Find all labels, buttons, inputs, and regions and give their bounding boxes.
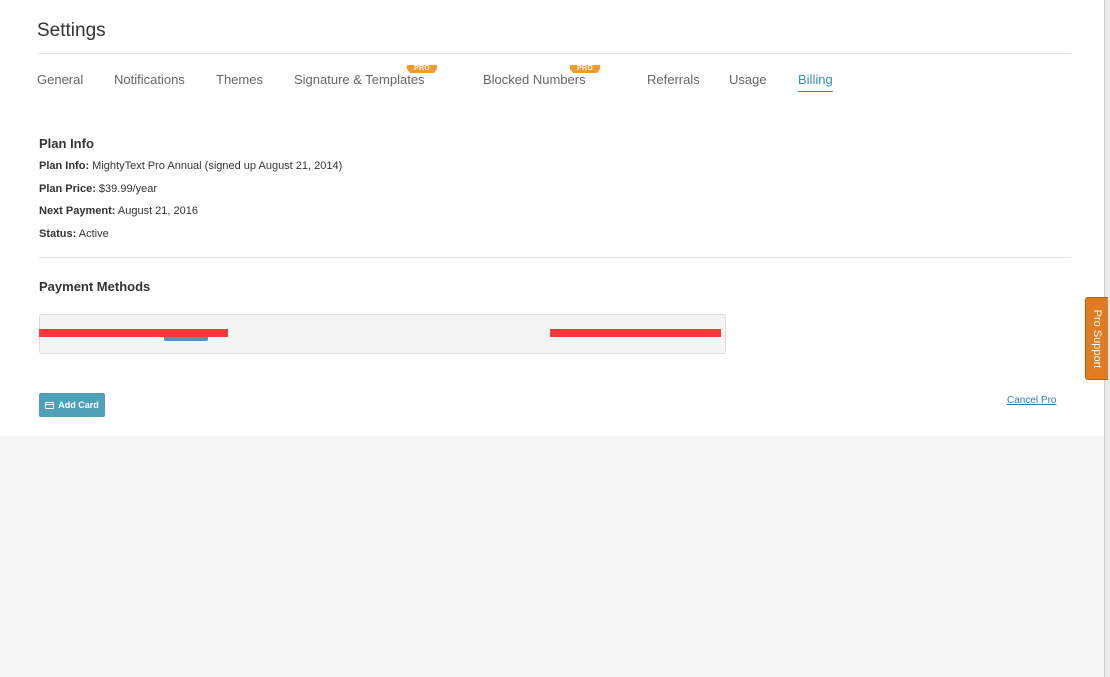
tab-blocked-numbers[interactable]: Blocked Numbers [483, 72, 586, 87]
plan-price-label: Plan Price: [39, 183, 96, 195]
status-row: Status: Active [39, 228, 109, 240]
page-title: Settings [37, 20, 106, 41]
settings-panel [0, 0, 1104, 436]
tab-signature-templates[interactable]: Signature & Templates [294, 72, 425, 87]
plan-info-heading: Plan Info [39, 136, 94, 151]
cancel-pro-link[interactable]: Cancel Pro [1007, 395, 1056, 406]
payment-methods-heading: Payment Methods [39, 279, 151, 294]
redaction-bar-left [39, 329, 228, 337]
tab-referrals[interactable]: Referrals [647, 72, 700, 87]
credit-card-icon [45, 401, 55, 409]
add-card-label: Add Card [58, 400, 99, 410]
plan-info-value: MightyText Pro Annual (signed up August … [92, 160, 343, 172]
tab-themes[interactable]: Themes [216, 72, 263, 87]
plan-price-row: Plan Price: $39.99/year [39, 183, 157, 195]
add-card-button[interactable]: Add Card [39, 393, 105, 417]
tab-notifications[interactable]: Notifications [114, 72, 185, 87]
status-label: Status: [39, 228, 77, 240]
pro-support-label: Pro Support [1091, 309, 1103, 368]
pro-badge-signature: PRO [406, 65, 438, 73]
tab-usage[interactable]: Usage [729, 72, 767, 87]
plan-price-value: $39.99/year [98, 183, 158, 195]
tab-billing[interactable]: Billing [798, 72, 833, 92]
plan-info-row: Plan Info: MightyText Pro Annual (signed… [39, 160, 342, 172]
next-payment-row: Next Payment: August 21, 2016 [39, 205, 198, 217]
section-divider [39, 257, 1071, 258]
tab-general[interactable]: General [37, 72, 83, 87]
next-payment-label: Next Payment: [39, 205, 116, 217]
plan-info-label: Plan Info: [39, 160, 90, 172]
redaction-bar-right [550, 329, 721, 337]
pro-support-tab[interactable]: Pro Support [1085, 297, 1108, 380]
next-payment-value: August 21, 2016 [117, 205, 198, 217]
pro-badge-blocked: PRO [569, 65, 601, 73]
status-value: Active [78, 228, 109, 240]
title-divider [37, 53, 1071, 54]
